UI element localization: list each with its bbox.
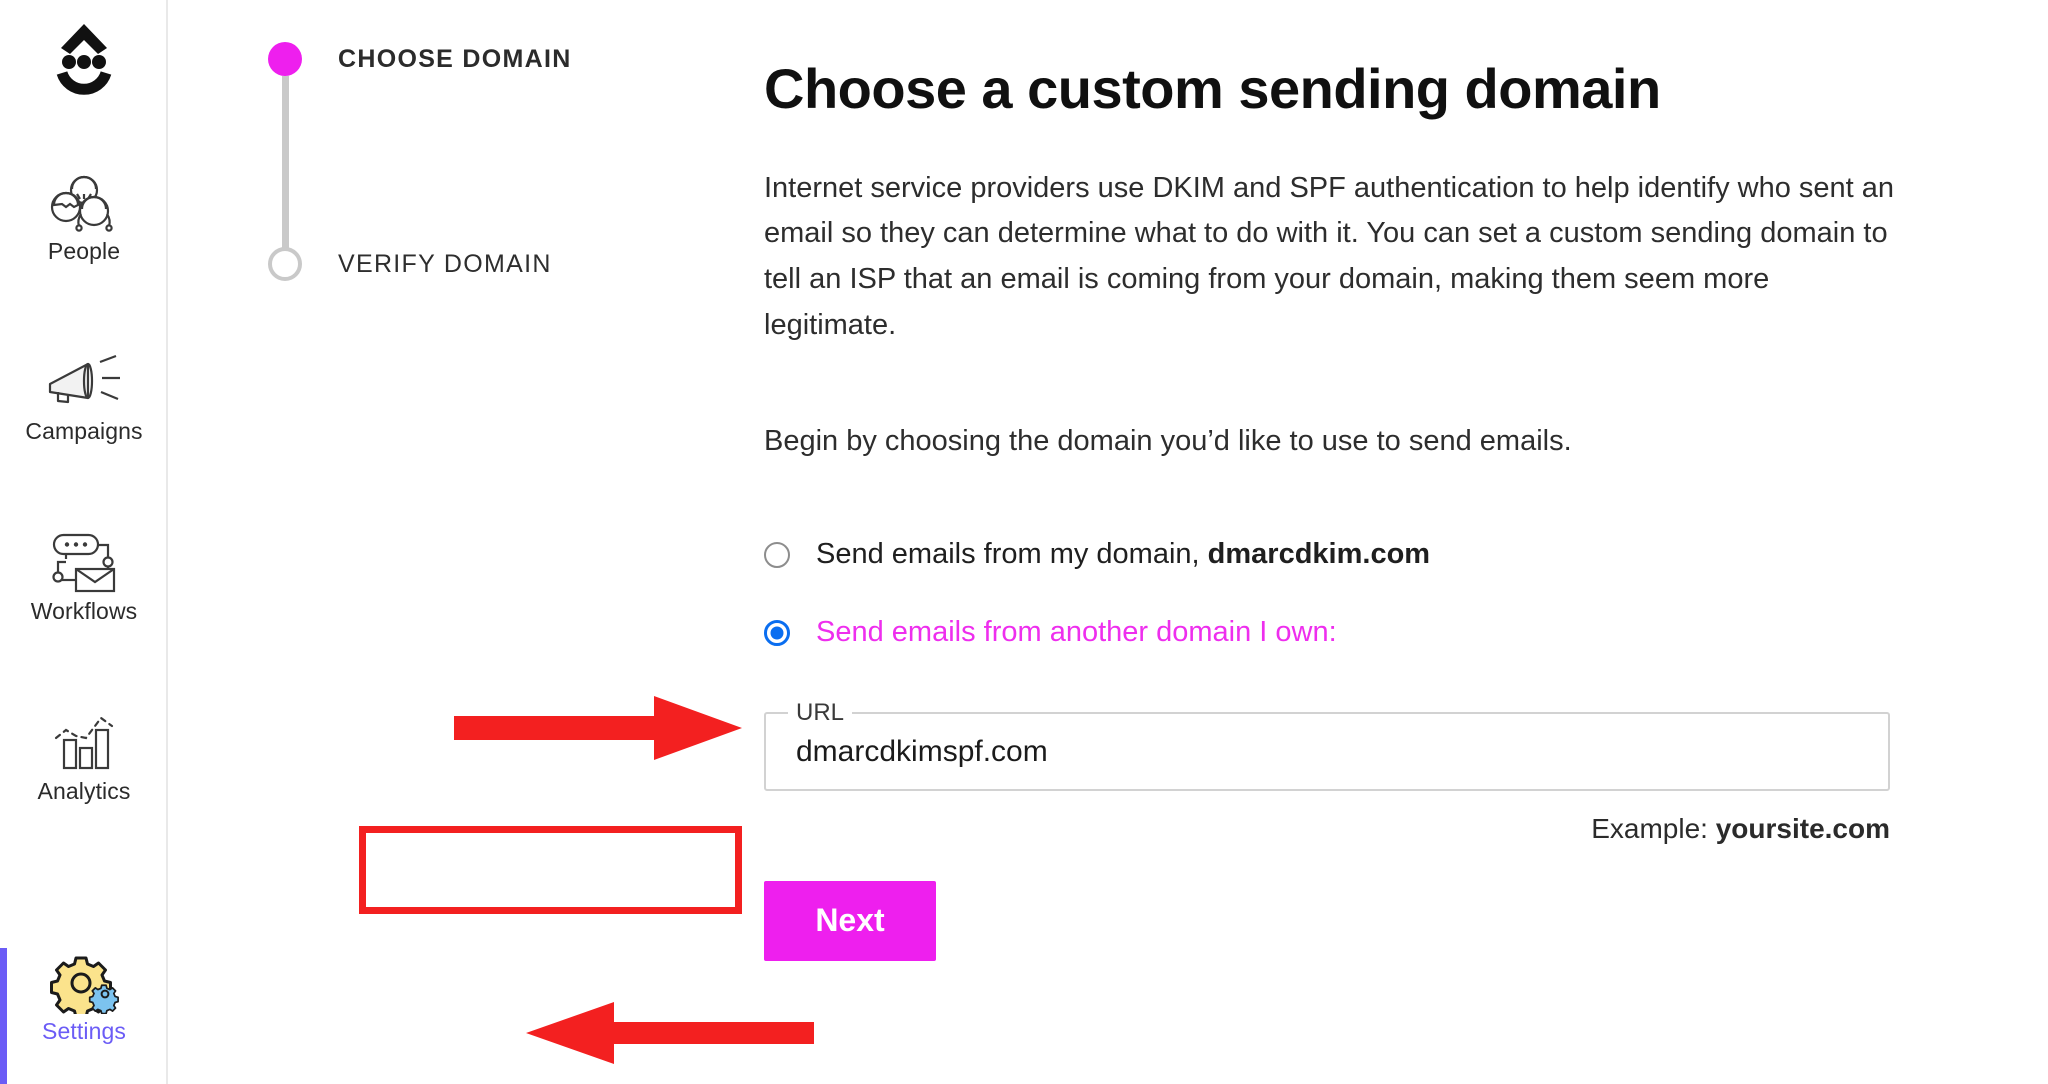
sidebar-item-people[interactable]: People bbox=[0, 172, 168, 265]
radio-option-my-domain[interactable]: Send emails from my domain, dmarcdkim.co… bbox=[764, 529, 2048, 581]
brand-logo[interactable] bbox=[0, 18, 168, 98]
url-field-wrapper: URL dmarcdkimspf.com bbox=[764, 698, 1890, 791]
annotation-box-url-value bbox=[359, 826, 742, 914]
sidebar-item-label-people: People bbox=[47, 238, 121, 264]
description-paragraph-1: Internet service providers use DKIM and … bbox=[764, 171, 1895, 342]
stepper-connector bbox=[282, 76, 289, 248]
people-icon bbox=[47, 172, 121, 234]
content-column: Choose a custom sending domain Internet … bbox=[764, 0, 2048, 961]
url-input-value[interactable]: dmarcdkimspf.com bbox=[796, 735, 1048, 769]
wizard-stepper: CHOOSE DOMAIN VERIFY DOMAIN bbox=[268, 42, 688, 281]
workflow-icon bbox=[46, 532, 122, 594]
radio-label-my-domain-text: Send emails from my domain, bbox=[816, 538, 1208, 571]
gear-icon bbox=[45, 952, 123, 1014]
url-example-hint: Example: yoursite.com bbox=[764, 813, 1890, 845]
stepper-label-verify-domain: VERIFY DOMAIN bbox=[338, 249, 552, 278]
main-content: CHOOSE DOMAIN VERIFY DOMAIN Choose a cus… bbox=[168, 0, 2048, 1084]
next-button[interactable]: Next bbox=[764, 880, 936, 961]
radio-button-my-domain[interactable] bbox=[764, 541, 790, 568]
smiley-face-logo-icon bbox=[56, 24, 112, 95]
sidebar-item-campaigns[interactable]: Campaigns bbox=[0, 352, 168, 445]
radio-button-another-domain[interactable] bbox=[764, 619, 790, 646]
url-field-legend: URL bbox=[796, 698, 845, 726]
domain-option-group: Send emails from my domain, dmarcdkim.co… bbox=[764, 465, 2048, 659]
sidebar-item-label-analytics: Analytics bbox=[37, 778, 131, 804]
radio-label-my-domain: Send emails from my domain, dmarcdkim.co… bbox=[816, 538, 1430, 571]
radio-label-another-domain: Send emails from another domain I own: bbox=[816, 616, 1337, 649]
description-paragraph-2: Begin by choosing the domain you’d like … bbox=[764, 424, 1572, 457]
stepper-step-verify-domain[interactable]: VERIFY DOMAIN bbox=[268, 247, 688, 281]
radio-option-another-domain[interactable]: Send emails from another domain I own: bbox=[764, 607, 2048, 659]
sidebar-item-workflows[interactable]: Workflows bbox=[0, 532, 168, 625]
page-title: Choose a custom sending domain bbox=[764, 57, 1661, 120]
sidebar-item-analytics[interactable]: Analytics bbox=[0, 712, 168, 805]
sidebar-item-label-campaigns: Campaigns bbox=[25, 418, 143, 444]
stepper-step-choose-domain[interactable]: CHOOSE DOMAIN bbox=[268, 42, 688, 248]
annotation-arrow-to-next-button bbox=[526, 1002, 814, 1064]
sidebar-item-label-settings: Settings bbox=[42, 1018, 126, 1044]
radio-label-my-domain-value: dmarcdkim.com bbox=[1207, 538, 1431, 571]
bar-chart-icon bbox=[46, 712, 122, 774]
url-example-prefix: Example: bbox=[1591, 812, 1716, 844]
url-example-domain: yoursite.com bbox=[1715, 812, 1890, 844]
sidebar: People Campaigns Workflows Analytics Set… bbox=[0, 0, 168, 1084]
annotation-arrow-to-selected-radio bbox=[454, 696, 742, 760]
sidebar-item-settings[interactable]: Settings bbox=[0, 952, 168, 1045]
app-root: People Campaigns Workflows Analytics Set… bbox=[0, 0, 2048, 1084]
sidebar-item-label-workflows: Workflows bbox=[30, 598, 138, 624]
megaphone-icon bbox=[44, 352, 124, 414]
stepper-dot-current bbox=[268, 42, 302, 76]
stepper-label-choose-domain: CHOOSE DOMAIN bbox=[338, 44, 572, 73]
stepper-dot-upcoming bbox=[268, 247, 302, 281]
